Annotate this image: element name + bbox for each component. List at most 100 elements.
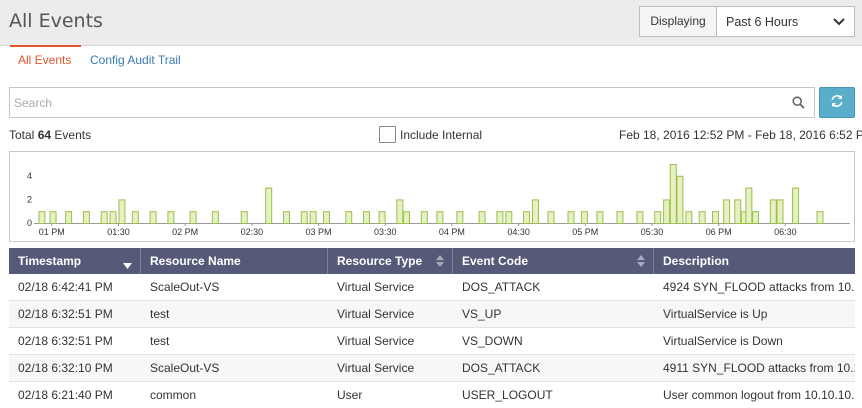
cell-resource-name[interactable]: ScaleOut-VS [141, 274, 328, 300]
chart-bar [131, 211, 139, 225]
displaying-label: Displaying [640, 7, 717, 36]
include-internal: Include Internal [379, 126, 482, 143]
chart-bar [596, 211, 604, 225]
chart-bar [654, 211, 662, 225]
chart-bar [396, 199, 404, 225]
chart-bar [265, 187, 273, 224]
table-row[interactable]: 02/18 6:21:40 PM common User USER_LOGOUT… [9, 382, 855, 408]
cell-resource-name[interactable]: test [141, 328, 328, 354]
col-resource-type[interactable]: Resource Type [328, 248, 453, 274]
chart-bar [669, 164, 677, 224]
table-body: 02/18 6:42:41 PM ScaleOut-VS Virtual Ser… [9, 274, 855, 408]
chart-bar [523, 211, 531, 225]
chart-bar [685, 211, 693, 225]
col-resource-type-label: Resource Type [337, 254, 423, 268]
chart-bar [322, 211, 330, 225]
col-event-code[interactable]: Event Code [453, 248, 654, 274]
col-description[interactable]: Description [654, 248, 855, 274]
sort-icon [637, 255, 645, 270]
chart-bar [712, 211, 720, 225]
refresh-button[interactable] [819, 87, 855, 118]
chart-bar [211, 211, 219, 225]
x-tick-label: 03 PM [306, 227, 332, 237]
chart-bar [580, 211, 588, 225]
events-table: Timestamp Resource Name Resource Type Ev… [9, 248, 855, 408]
cell-resource-type: Virtual Service [337, 307, 415, 321]
cell-description: 4924 SYN_FLOOD attacks from 10.10.10.10 [663, 280, 855, 294]
chart-bar [745, 187, 753, 224]
chart-bar [167, 211, 175, 225]
time-range-selector: Displaying Past 6 Hours [639, 6, 855, 37]
total-suffix: Events [54, 128, 92, 142]
page-title: All Events [9, 10, 103, 32]
tab-config-audit-trail[interactable]: Config Audit Trail [90, 53, 181, 67]
cell-event-code: VS_UP [462, 307, 502, 321]
cell-event-code: DOS_ATTACK [462, 280, 541, 294]
tab-bar: All Events Config Audit Trail [0, 45, 862, 76]
cell-resource-name[interactable]: common [141, 382, 328, 408]
sort-icon [436, 255, 444, 270]
refresh-icon [830, 94, 844, 111]
x-tick-label: 04 PM [439, 227, 465, 237]
x-tick-label: 06 PM [706, 227, 732, 237]
x-tick-label: 02 PM [172, 227, 198, 237]
table-row[interactable]: 02/18 6:32:10 PM ScaleOut-VS Virtual Ser… [9, 355, 855, 382]
chart-bar [345, 211, 353, 225]
chart-bar [567, 211, 575, 225]
chart-bar [38, 211, 46, 225]
total-events: Total 64 Events [9, 128, 91, 142]
col-resource-name-label: Resource Name [150, 254, 241, 268]
chart-bar [456, 211, 464, 225]
sort-desc-icon [123, 258, 132, 272]
search-input[interactable] [10, 88, 780, 117]
chart-bar [698, 211, 706, 225]
tab-all-events[interactable]: All Events [18, 53, 71, 67]
chart-bar [300, 211, 308, 225]
chart-bar [65, 211, 73, 225]
table-row[interactable]: 02/18 6:32:51 PM test Virtual Service VS… [9, 301, 855, 328]
chart-bar [149, 211, 157, 225]
chevron-down-icon [833, 17, 845, 26]
chart-bar [109, 211, 117, 225]
chart-bar [100, 211, 108, 225]
chart-bar [82, 211, 90, 225]
y-tick-label: 0 [27, 218, 32, 228]
col-event-code-label: Event Code [462, 254, 529, 268]
chart-bar [49, 211, 57, 225]
chart-bar [663, 199, 671, 225]
cell-description: User common logout from 10.10.10.10 [663, 388, 855, 402]
table-row[interactable]: 02/18 6:42:41 PM ScaleOut-VS Virtual Ser… [9, 274, 855, 301]
x-tick-label: 02:30 [241, 227, 264, 237]
cell-resource-name[interactable]: ScaleOut-VS [141, 355, 328, 381]
total-count: 64 [37, 128, 52, 142]
timeline-svg: 0 2 4 01 PM 01:30 02 PM 02:30 03 PM 03:30 04 PM 04… [27, 164, 850, 237]
chart-bar [496, 211, 504, 225]
cell-timestamp: 02/18 6:42:41 PM [18, 280, 113, 294]
total-prefix: Total [9, 128, 35, 142]
chart-bar [478, 211, 486, 225]
cell-description: VirtualService is Up [663, 307, 768, 321]
col-timestamp[interactable]: Timestamp [9, 248, 141, 274]
include-internal-checkbox[interactable] [379, 126, 396, 143]
chart-bar [505, 211, 513, 225]
date-range: Feb 18, 2016 12:52 PM - Feb 18, 2016 6:5… [619, 128, 862, 142]
x-tick-label: 04:30 [507, 227, 530, 237]
chart-bar [420, 211, 428, 225]
search-icon[interactable] [792, 96, 805, 112]
cell-event-code: USER_LOGOUT [462, 388, 553, 402]
cell-timestamp: 02/18 6:32:51 PM [18, 307, 113, 321]
col-resource-name[interactable]: Resource Name [141, 248, 328, 274]
x-tick-label: 01 PM [39, 227, 65, 237]
table-row[interactable]: 02/18 6:32:51 PM test Virtual Service VS… [9, 328, 855, 355]
cell-resource-type: Virtual Service [337, 280, 415, 294]
chart-bar [403, 211, 411, 225]
cell-timestamp: 02/18 6:21:40 PM [18, 388, 113, 402]
col-description-label: Description [663, 254, 730, 268]
cell-event-code: VS_DOWN [462, 334, 523, 348]
time-range-dropdown[interactable]: Past 6 Hours [717, 7, 854, 36]
table-header: Timestamp Resource Name Resource Type Ev… [9, 248, 855, 274]
chart-bar [531, 199, 539, 225]
include-internal-label: Include Internal [400, 127, 483, 142]
cell-resource-name[interactable]: test [141, 301, 328, 327]
events-timeline-chart: 0 2 4 01 PM 01:30 02 PM 02:30 03 PM 03:30 04 PM 04… [9, 151, 855, 242]
